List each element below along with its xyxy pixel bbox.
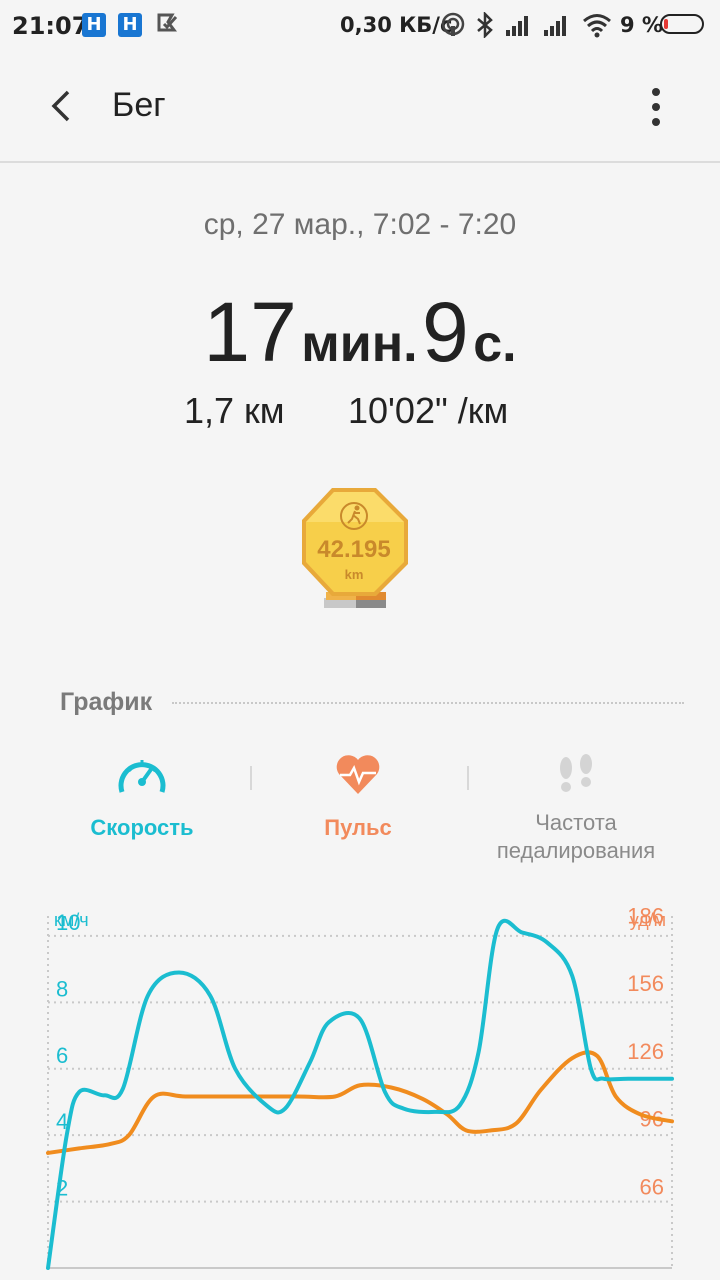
graph-section-title: График bbox=[60, 688, 153, 716]
signal-icon bbox=[506, 16, 528, 36]
pace-value: 10'02" /км bbox=[348, 390, 509, 431]
right-axis-unit: уд/м bbox=[630, 910, 666, 930]
battery-percent: 9 % bbox=[620, 13, 663, 37]
right-tick-label: 126 bbox=[627, 1039, 664, 1064]
battery-icon bbox=[660, 14, 704, 34]
right-tick-label: 156 bbox=[627, 971, 664, 996]
tab-cadence-label-line2: педалирования bbox=[496, 838, 656, 863]
header-divider bbox=[0, 161, 720, 163]
tab-speed-label: Скорость bbox=[90, 815, 194, 840]
speedometer-icon bbox=[118, 760, 166, 793]
medal-unit: km bbox=[344, 567, 364, 582]
more-vertical-icon bbox=[652, 88, 660, 126]
network-speed: 0,30 КБ/с bbox=[340, 13, 453, 37]
section-divider bbox=[172, 702, 684, 704]
bluetooth-icon bbox=[477, 12, 493, 38]
pulse-series-line bbox=[46, 1050, 674, 1155]
marathon-medal[interactable]: 42.195 km bbox=[300, 486, 414, 612]
medal-value: 42.195 bbox=[317, 536, 391, 563]
tab-cadence[interactable]: Частота педалирования bbox=[466, 752, 686, 870]
tab-pulse-label: Пульс bbox=[324, 815, 392, 840]
distance-value: 1,7 км bbox=[184, 390, 285, 431]
tab-speed[interactable]: Скорость bbox=[32, 752, 252, 870]
right-tick-label: 66 bbox=[640, 1174, 664, 1199]
tab-pulse[interactable]: Пульс bbox=[248, 752, 468, 870]
notification-h-icon: H bbox=[82, 13, 106, 37]
workout-chart: 1086421861561269666км/ч уд/м bbox=[46, 904, 674, 1270]
heart-pulse-icon bbox=[336, 755, 380, 794]
status-time: 21:07 bbox=[12, 12, 89, 40]
battery-level bbox=[664, 19, 668, 29]
workout-duration: 17 мин. 9 с. bbox=[0, 284, 720, 381]
duration-minutes: 17 bbox=[203, 285, 297, 379]
chevron-left-icon bbox=[51, 90, 70, 122]
signal-icon bbox=[544, 16, 566, 36]
duration-seconds: 9 bbox=[422, 285, 469, 379]
workout-date: ср, 27 мар., 7:02 - 7:20 bbox=[203, 208, 517, 241]
more-options-button[interactable] bbox=[636, 82, 676, 132]
status-bar: 21:07 H H 0,30 КБ/с 9 % bbox=[0, 0, 720, 52]
tab-cadence-label-line1: Частота bbox=[535, 810, 617, 835]
left-tick-label: 6 bbox=[56, 1043, 68, 1068]
app-bar: Бег bbox=[0, 52, 720, 162]
back-button[interactable] bbox=[40, 84, 84, 128]
notification-h-icon: H bbox=[118, 13, 142, 37]
footprints-icon bbox=[560, 754, 592, 792]
duration-seconds-unit: с. bbox=[473, 315, 517, 373]
speed-series-line bbox=[46, 918, 674, 1270]
workout-stats: 1,7 км 10'02" /км bbox=[0, 390, 720, 434]
left-tick-label: 8 bbox=[56, 976, 68, 1001]
hotspot-icon bbox=[441, 12, 465, 36]
notification-check-icon bbox=[157, 13, 178, 32]
left-axis-unit: км/ч bbox=[54, 910, 89, 930]
duration-minutes-unit: мин. bbox=[301, 315, 418, 373]
page-title: Бег bbox=[112, 86, 166, 124]
wifi-icon bbox=[583, 14, 611, 38]
